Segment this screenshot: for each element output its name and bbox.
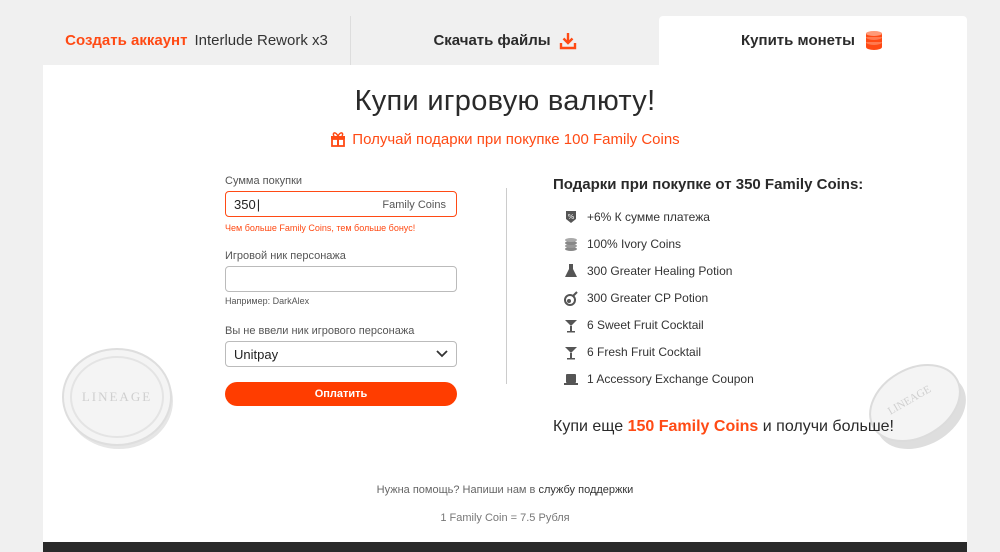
footer-bar — [43, 542, 967, 552]
payment-method-select[interactable]: Unitpay — [225, 341, 457, 367]
cta-amount: 150 Family Coins — [627, 418, 759, 435]
list-item: 1 Accessory Exchange Coupon — [553, 365, 913, 392]
gift-list: % +6% К сумме платежа 100% Ivory Coins 3… — [553, 203, 913, 392]
buy-coins-panel: LINEAGE LINEAGE Купи игровую валюту! Пол… — [43, 65, 967, 542]
coin-left-image: LINEAGE — [62, 348, 173, 449]
cta-prefix: Купи еще — [553, 418, 624, 435]
list-item: 100% Ivory Coins — [553, 230, 913, 257]
gift-label: 6 Fresh Fruit Cocktail — [587, 344, 702, 359]
coins-icon — [565, 237, 577, 251]
gift-label: 6 Sweet Fruit Cocktail — [587, 317, 704, 332]
help-text: Нужна помощь? Напиши нам в службу поддер… — [43, 484, 967, 496]
chevron-down-icon — [436, 350, 448, 358]
gift-label: 300 Greater CP Potion — [587, 290, 709, 305]
pay-button[interactable]: Оплатить — [225, 382, 457, 406]
nick-label: Игровой ник персонажа — [225, 250, 346, 262]
exchange-rate: 1 Family Coin = 7.5 Рубля — [440, 512, 570, 524]
cta-suffix: и получи больше! — [762, 418, 894, 435]
amount-label: Сумма покупки — [225, 175, 303, 187]
gift-label: 300 Greater Healing Potion — [587, 263, 733, 278]
page-title: Купи игровую валюту! — [354, 85, 656, 117]
promo-text: Получай подарки при покупке 100 Family C… — [352, 131, 680, 148]
gift-label: 100% Ivory Coins — [587, 236, 682, 251]
flask-icon — [564, 290, 578, 306]
percent-icon: % — [566, 210, 576, 223]
payment-method-value: Unitpay — [234, 347, 279, 362]
list-item: 300 Greater CP Potion — [553, 284, 913, 311]
divider — [506, 188, 507, 384]
tab-create-account[interactable]: Создать аккаунт Interlude Rework x3 — [43, 16, 351, 65]
nick-input[interactable] — [225, 266, 457, 292]
gift-icon — [331, 132, 346, 147]
tab-buy-coins[interactable]: Купить монеты — [659, 16, 967, 65]
support-link[interactable]: службу поддержки — [538, 484, 633, 496]
gifts-section: Подарки при покупке от 350 Family Coins:… — [553, 176, 913, 392]
promo-banner: Получай подарки при покупке 100 Family C… — [43, 131, 967, 148]
amount-hint: Чем больше Family Coins, тем больше бону… — [225, 223, 416, 233]
cocktail-icon — [565, 319, 577, 332]
cocktail-icon — [565, 346, 577, 359]
server-name: Interlude Rework x3 — [194, 32, 328, 49]
list-item: 6 Fresh Fruit Cocktail — [553, 338, 913, 365]
upsell-text: Купи еще 150 Family Coins и получи больш… — [553, 418, 913, 436]
gift-label: +6% К сумме платежа — [587, 209, 710, 224]
coupon-icon — [564, 373, 578, 385]
tab-download[interactable]: Скачать файлы — [351, 16, 659, 65]
help-prefix: Нужна помощь? Напиши нам в — [376, 484, 536, 496]
method-label: Вы не ввели ник игрового персонажа — [225, 325, 415, 337]
download-icon — [559, 32, 576, 49]
svg-text:%: % — [568, 213, 575, 221]
gifts-title: Подарки при покупке от 350 Family Coins: — [553, 176, 864, 193]
amount-value: 350 — [234, 197, 260, 212]
create-account-link[interactable]: Создать аккаунт — [65, 32, 187, 49]
list-item: 300 Greater Healing Potion — [553, 257, 913, 284]
tab-download-label: Скачать файлы — [433, 32, 551, 49]
coins-stack-icon — [865, 30, 882, 50]
top-tabs: Создать аккаунт Interlude Rework x3 Скач… — [43, 16, 967, 65]
coin-left-logo: LINEAGE — [82, 389, 152, 404]
potion-icon — [565, 263, 577, 277]
list-item: % +6% К сумме платежа — [553, 203, 913, 230]
nick-hint: Например: DarkAlex — [225, 296, 310, 306]
amount-suffix: Family Coins — [382, 199, 446, 211]
amount-input[interactable]: 350 Family Coins — [225, 191, 457, 217]
gift-label: 1 Accessory Exchange Coupon — [587, 371, 754, 386]
list-item: 6 Sweet Fruit Cocktail — [553, 311, 913, 338]
tab-buy-coins-label: Купить монеты — [741, 32, 855, 49]
